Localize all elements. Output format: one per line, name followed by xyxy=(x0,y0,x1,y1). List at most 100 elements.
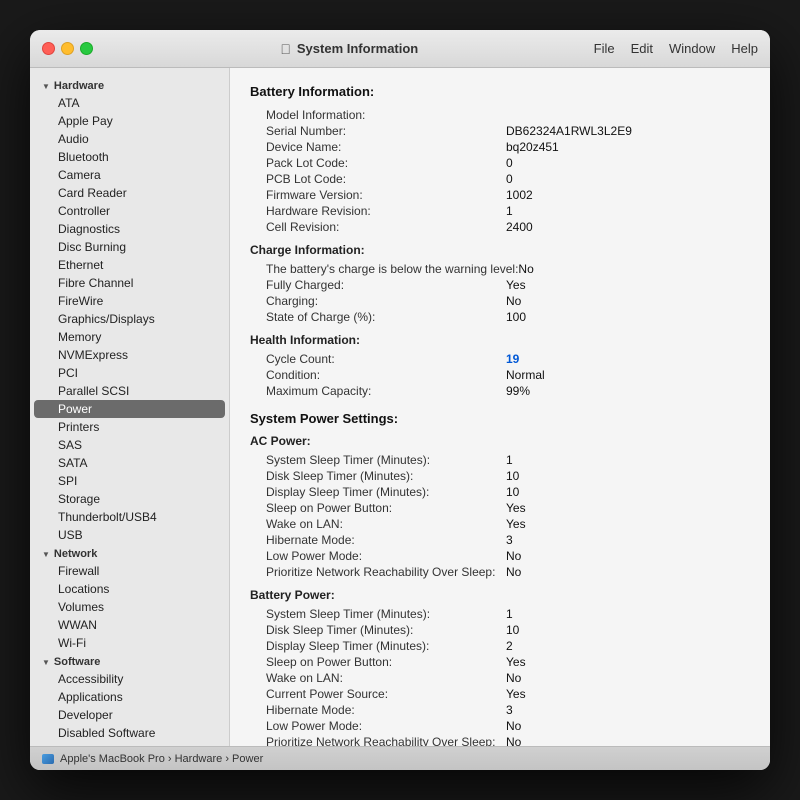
charging-value: No xyxy=(506,294,521,308)
sidebar-item-parallelscsi[interactable]: Parallel SCSI xyxy=(30,382,229,400)
sidebar-item-ata[interactable]: ATA xyxy=(30,94,229,112)
ac-disk-sleep-value: 10 xyxy=(506,469,519,483)
charging-row: Charging: No xyxy=(250,293,750,309)
software-label: Software xyxy=(54,656,100,668)
sidebar-item-cardreader[interactable]: Card Reader xyxy=(30,184,229,202)
menu-window[interactable]: Window xyxy=(669,41,715,56)
sidebar-item-disabledsoftware[interactable]: Disabled Software xyxy=(30,724,229,742)
sidebar-item-developer[interactable]: Developer xyxy=(30,706,229,724)
triangle-software: ▼ xyxy=(42,658,50,667)
sidebar-item-memory[interactable]: Memory xyxy=(30,328,229,346)
sidebar-item-applications[interactable]: Applications xyxy=(30,688,229,706)
sidebar-item-applepay[interactable]: Apple Pay xyxy=(30,112,229,130)
pack-lot-row: Pack Lot Code: 0 xyxy=(250,155,750,171)
bat-current-power-row: Current Power Source: Yes xyxy=(250,686,750,702)
pcb-lot-label: PCB Lot Code: xyxy=(266,172,506,186)
sidebar-item-firewall[interactable]: Firewall xyxy=(30,562,229,580)
ac-display-sleep-row: Display Sleep Timer (Minutes): 10 xyxy=(250,484,750,500)
ac-disk-sleep-label: Disk Sleep Timer (Minutes): xyxy=(266,469,506,483)
ac-power-subtitle: AC Power: xyxy=(250,434,750,448)
firmware-row: Firmware Version: 1002 xyxy=(250,187,750,203)
bat-prioritize-row: Prioritize Network Reachability Over Sle… xyxy=(250,734,750,746)
sidebar-item-audio[interactable]: Audio xyxy=(30,130,229,148)
firmware-value: 1002 xyxy=(506,188,533,202)
sidebar-item-controller[interactable]: Controller xyxy=(30,202,229,220)
charge-info-subtitle: Charge Information: xyxy=(250,243,750,257)
ac-system-sleep-row: System Sleep Timer (Minutes): 1 xyxy=(250,452,750,468)
ac-low-power-value: No xyxy=(506,549,521,563)
apple-icon:  xyxy=(280,41,291,57)
window-title: System Information xyxy=(297,41,418,56)
device-name-value: bq20z451 xyxy=(506,140,559,154)
sidebar-item-nvmexpress[interactable]: NVMExpress xyxy=(30,346,229,364)
cycle-count-label: Cycle Count: xyxy=(266,352,506,366)
fullscreen-button[interactable] xyxy=(80,42,93,55)
breadcrumb-text: Apple's MacBook Pro › Hardware › Power xyxy=(60,753,263,765)
sidebar-item-fibrechannel[interactable]: Fibre Channel xyxy=(30,274,229,292)
sidebar-item-sata[interactable]: SATA xyxy=(30,454,229,472)
bat-current-power-label: Current Power Source: xyxy=(266,687,506,701)
pack-lot-value: 0 xyxy=(506,156,513,170)
device-name-row: Device Name: bq20z451 xyxy=(250,139,750,155)
menu-bar: File Edit Window Help xyxy=(594,41,758,56)
ac-hibernate-label: Hibernate Mode: xyxy=(266,533,506,547)
serial-number-value: DB62324A1RWL3L2E9 xyxy=(506,124,632,138)
sidebar[interactable]: ▼ Hardware ATA Apple Pay Audio Bluetooth… xyxy=(30,68,230,746)
pcb-lot-value: 0 xyxy=(506,172,513,186)
sidebar-item-accessibility[interactable]: Accessibility xyxy=(30,670,229,688)
ac-display-sleep-label: Display Sleep Timer (Minutes): xyxy=(266,485,506,499)
sidebar-item-storage[interactable]: Storage xyxy=(30,490,229,508)
sidebar-section-software[interactable]: ▼ Software xyxy=(30,652,229,670)
hardware-rev-row: Hardware Revision: 1 xyxy=(250,203,750,219)
bat-sleep-power-row: Sleep on Power Button: Yes xyxy=(250,654,750,670)
bat-current-power-value: Yes xyxy=(506,687,526,701)
bat-hibernate-value: 3 xyxy=(506,703,513,717)
sidebar-item-graphicsdisplays[interactable]: Graphics/Displays xyxy=(30,310,229,328)
bat-low-power-row: Low Power Mode: No xyxy=(250,718,750,734)
model-info-label: Model Information: xyxy=(266,108,506,122)
sidebar-section-network[interactable]: ▼ Network xyxy=(30,544,229,562)
hardware-label: Hardware xyxy=(54,80,104,92)
sidebar-item-printers[interactable]: Printers xyxy=(30,418,229,436)
menu-help[interactable]: Help xyxy=(731,41,758,56)
sidebar-item-bluetooth[interactable]: Bluetooth xyxy=(30,148,229,166)
below-warning-label: The battery's charge is below the warnin… xyxy=(266,262,518,276)
traffic-lights xyxy=(42,42,93,55)
hardware-rev-value: 1 xyxy=(506,204,513,218)
sidebar-item-discburning[interactable]: Disc Burning xyxy=(30,238,229,256)
sidebar-item-spi[interactable]: SPI xyxy=(30,472,229,490)
ac-prioritize-value: No xyxy=(506,565,521,579)
bat-wake-lan-row: Wake on LAN: No xyxy=(250,670,750,686)
sidebar-item-pci[interactable]: PCI xyxy=(30,364,229,382)
sidebar-item-power[interactable]: Power xyxy=(34,400,225,418)
firmware-label: Firmware Version: xyxy=(266,188,506,202)
bat-low-power-value: No xyxy=(506,719,521,733)
sidebar-item-wifi[interactable]: Wi-Fi xyxy=(30,634,229,652)
sidebar-item-camera[interactable]: Camera xyxy=(30,166,229,184)
close-button[interactable] xyxy=(42,42,55,55)
condition-row: Condition: Normal xyxy=(250,367,750,383)
menu-edit[interactable]: Edit xyxy=(631,41,653,56)
sidebar-item-wwan[interactable]: WWAN xyxy=(30,616,229,634)
sidebar-item-ethernet[interactable]: Ethernet xyxy=(30,256,229,274)
sidebar-item-firewire[interactable]: FireWire xyxy=(30,292,229,310)
sidebar-item-sas[interactable]: SAS xyxy=(30,436,229,454)
serial-number-row: Serial Number: DB62324A1RWL3L2E9 xyxy=(250,123,750,139)
minimize-button[interactable] xyxy=(61,42,74,55)
sidebar-item-diagnostics[interactable]: Diagnostics xyxy=(30,220,229,238)
bat-prioritize-value: No xyxy=(506,735,521,746)
state-charge-value: 100 xyxy=(506,310,526,324)
sidebar-item-locations[interactable]: Locations xyxy=(30,580,229,598)
detail-panel: Battery Information: Model Information: … xyxy=(230,68,770,746)
sidebar-item-thunderbolt[interactable]: Thunderbolt/USB4 xyxy=(30,508,229,526)
menu-file[interactable]: File xyxy=(594,41,615,56)
sidebar-section-hardware[interactable]: ▼ Hardware xyxy=(30,76,229,94)
sidebar-item-usb[interactable]: USB xyxy=(30,526,229,544)
health-info-subtitle: Health Information: xyxy=(250,333,750,347)
ac-prioritize-row: Prioritize Network Reachability Over Sle… xyxy=(250,564,750,580)
sidebar-item-volumes[interactable]: Volumes xyxy=(30,598,229,616)
bat-system-sleep-row: System Sleep Timer (Minutes): 1 xyxy=(250,606,750,622)
pack-lot-label: Pack Lot Code: xyxy=(266,156,506,170)
ac-low-power-row: Low Power Mode: No xyxy=(250,548,750,564)
cycle-count-value: 19 xyxy=(506,352,519,366)
